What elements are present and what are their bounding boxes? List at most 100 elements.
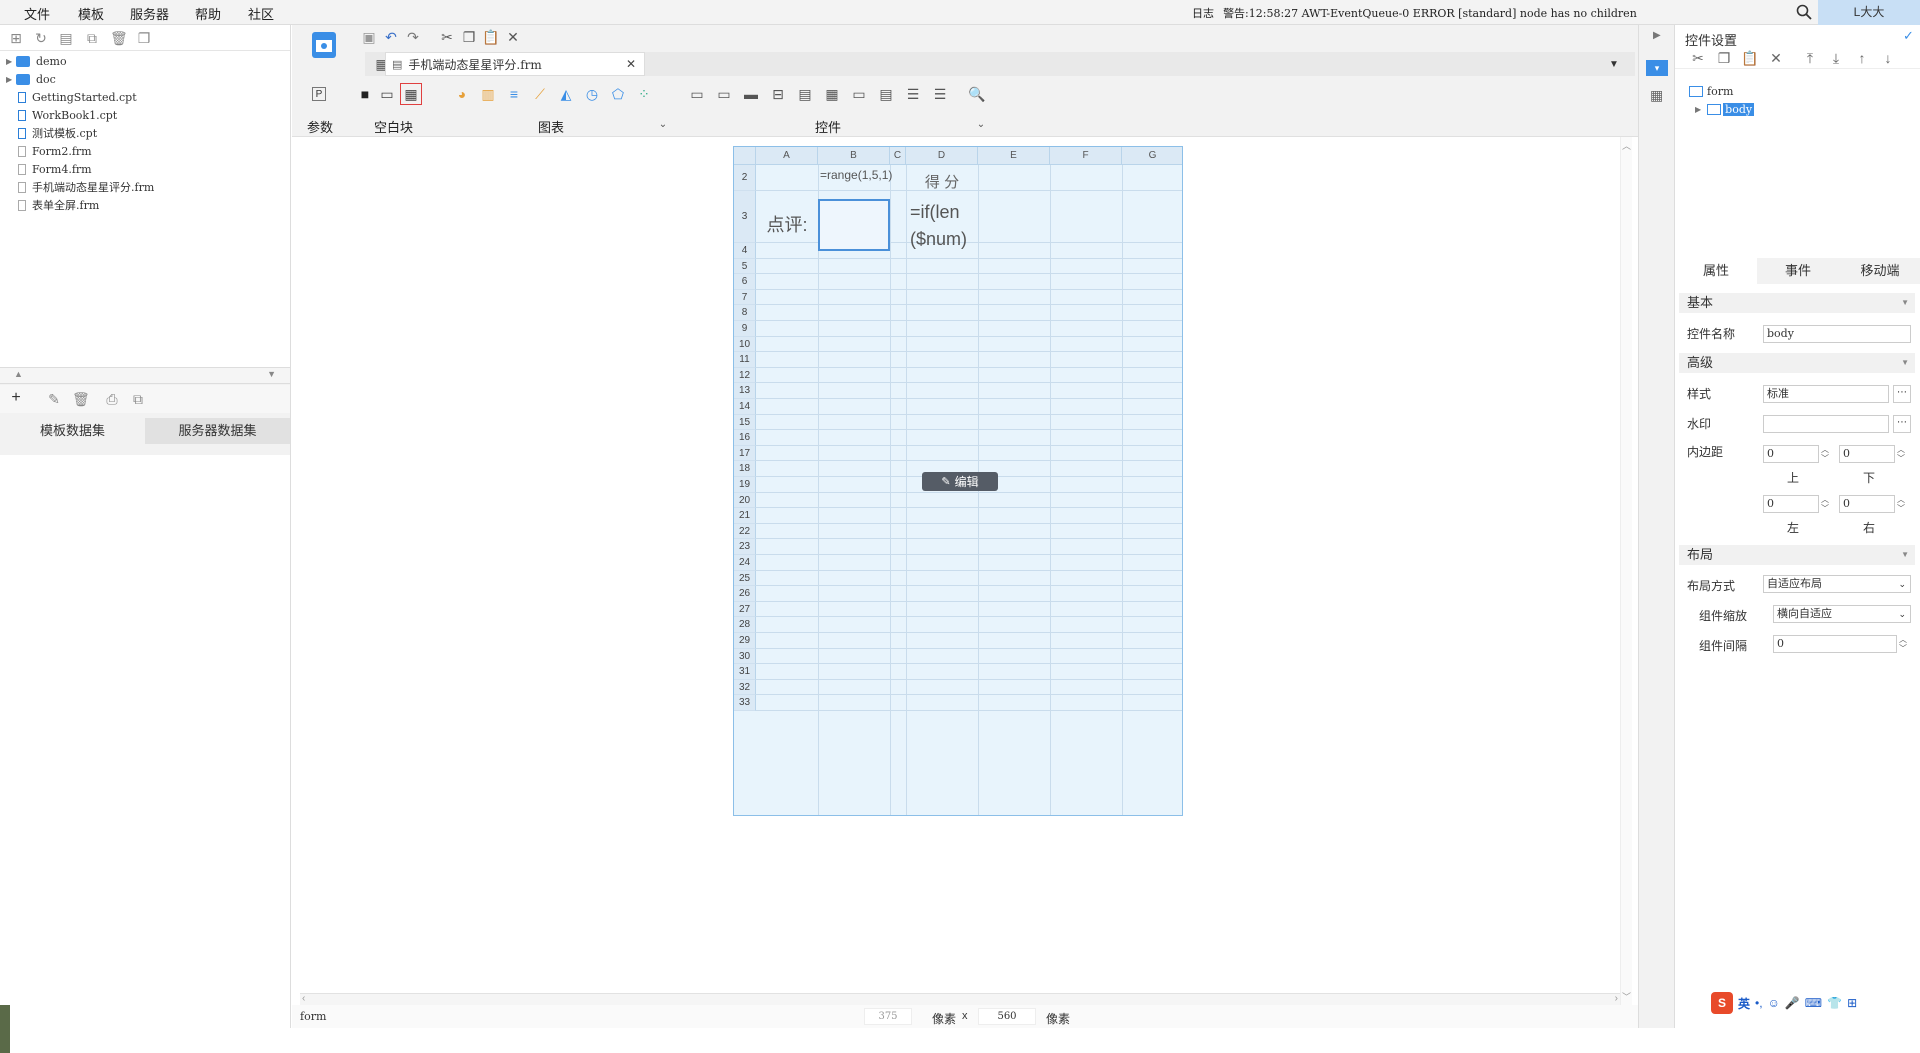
collapse-down-icon[interactable]: ▼ xyxy=(267,369,276,379)
radar-chart-icon[interactable]: ⬠ xyxy=(609,85,627,103)
row-header[interactable]: 14 xyxy=(734,399,756,415)
line-chart-icon[interactable]: ⟋ xyxy=(531,85,549,103)
splitter[interactable]: ▲ ▼ xyxy=(0,368,290,384)
column-header[interactable]: C xyxy=(890,147,906,165)
cell-d2[interactable]: 得 分 xyxy=(906,171,978,192)
row-header[interactable]: 22 xyxy=(734,523,756,540)
row-header[interactable]: 23 xyxy=(734,539,756,555)
close-tab-icon[interactable]: ✕ xyxy=(626,57,636,71)
cell-b2[interactable]: =range(1,5,1) xyxy=(820,169,892,182)
tree-item-file[interactable]: 手机端动态星星评分.frm xyxy=(6,178,154,196)
row-header[interactable]: 29 xyxy=(734,633,756,649)
punctuation-icon[interactable]: •, xyxy=(1755,996,1763,1010)
report-block-icon[interactable]: ▦ xyxy=(400,83,422,105)
column-header[interactable]: G xyxy=(1122,147,1182,165)
delete-icon[interactable]: 🗑 xyxy=(110,30,128,46)
tab-block-icon[interactable]: ▭ xyxy=(378,85,396,103)
tree-node-form[interactable]: form xyxy=(1689,85,1733,98)
row-header[interactable]: 21 xyxy=(734,508,756,524)
chart-more-icon[interactable]: ⌄ xyxy=(654,115,672,133)
component-library-icon[interactable]: ▦ xyxy=(1650,87,1663,104)
datetime-widget-icon[interactable]: ▤ xyxy=(796,85,814,103)
paste-icon[interactable]: 📋 xyxy=(482,28,500,46)
row-header[interactable]: 3 xyxy=(734,191,756,243)
copy-icon[interactable]: ❐ xyxy=(1715,49,1733,67)
delete-icon[interactable]: ✕ xyxy=(504,28,522,46)
server-icon[interactable]: ⧉ xyxy=(130,391,146,407)
tree-node-body[interactable]: ▶ body xyxy=(1695,103,1755,116)
new-folder-icon[interactable]: ⊞ xyxy=(8,30,24,46)
tree-item-file[interactable]: WorkBook1.cpt xyxy=(6,106,117,124)
height-input[interactable]: 560 xyxy=(978,1008,1036,1025)
button-widget-icon[interactable]: ▬ xyxy=(742,85,760,103)
corner-cell[interactable] xyxy=(734,147,756,165)
padding-bottom-input[interactable]: 0 xyxy=(1839,445,1895,463)
row-header[interactable]: 17 xyxy=(734,445,756,462)
widget-name-input[interactable]: body xyxy=(1763,325,1911,343)
search-widget-icon[interactable]: 🔍 xyxy=(968,85,986,103)
undo-icon[interactable]: ↶ xyxy=(382,28,400,46)
widget-more-icon[interactable]: ⌄ xyxy=(972,115,990,133)
checkbox-widget-icon[interactable]: ▦ xyxy=(823,85,841,103)
column-header[interactable]: F xyxy=(1050,147,1122,165)
open-icon[interactable]: ▤ xyxy=(58,30,74,46)
horizontal-scrollbar[interactable]: ‹ › xyxy=(300,993,1620,1005)
row-header[interactable]: 30 xyxy=(734,648,756,665)
widget-settings-icon[interactable]: ▾ xyxy=(1646,60,1668,76)
padding-left-input[interactable]: 0 xyxy=(1763,495,1819,513)
spinner-icon[interactable]: ︿ ﹀ xyxy=(1895,495,1907,513)
column-header[interactable]: D xyxy=(906,147,978,165)
section-layout[interactable]: 布局 ▼ xyxy=(1679,545,1915,565)
expand-icon[interactable]: ▶ xyxy=(6,75,16,84)
row-header[interactable]: 11 xyxy=(734,352,756,368)
microphone-icon[interactable]: 🎤 xyxy=(1785,996,1800,1010)
emoji-icon[interactable]: ☺ xyxy=(1768,996,1780,1010)
tab-mobile[interactable]: 移动端 xyxy=(1839,258,1920,284)
tab-template-dataset[interactable]: 模板数据集 xyxy=(0,418,145,444)
log-label[interactable]: 日志 xyxy=(1192,8,1214,20)
version-icon[interactable]: ⧉ xyxy=(84,30,100,46)
save-icon[interactable]: ▣ xyxy=(360,28,378,46)
menu-community[interactable]: 社区 xyxy=(248,4,274,23)
column-header[interactable]: E xyxy=(978,147,1050,165)
row-header[interactable]: 4 xyxy=(734,243,756,259)
row-header[interactable]: 25 xyxy=(734,570,756,587)
move-down-icon[interactable]: ↓ xyxy=(1879,49,1897,67)
section-basic[interactable]: 基本 ▼ xyxy=(1679,293,1915,313)
spinner-icon[interactable]: ︿ ﹀ xyxy=(1819,445,1831,463)
pin-icon[interactable]: ✓ xyxy=(1903,28,1914,44)
tree-item-doc[interactable]: ▶ doc xyxy=(6,70,56,88)
tab-properties[interactable]: 属性 xyxy=(1675,258,1757,284)
add-icon[interactable]: + xyxy=(8,390,24,406)
checkbox-group-icon[interactable]: ☰ xyxy=(931,85,949,103)
move-top-icon[interactable]: ⤒ xyxy=(1801,49,1819,67)
tree-item-file[interactable]: Form2.frm xyxy=(6,142,92,160)
style-more-icon[interactable]: ⋯ xyxy=(1893,385,1911,403)
edit-button[interactable]: ✎ 编辑 xyxy=(922,472,998,491)
log-line[interactable]: 日志 警告:12:58:27 AWT-EventQueue-0 ERROR [s… xyxy=(1192,5,1637,21)
row-header[interactable]: 12 xyxy=(734,367,756,384)
row-header[interactable]: 20 xyxy=(734,492,756,509)
row-header[interactable]: 8 xyxy=(734,305,756,321)
redo-icon[interactable]: ↷ xyxy=(404,28,422,46)
number-widget-icon[interactable]: ▭ xyxy=(850,85,868,103)
cell-a3[interactable]: 点评: xyxy=(756,211,818,237)
cut-icon[interactable]: ✂ xyxy=(438,28,456,46)
column-header[interactable]: B xyxy=(818,147,890,165)
menu-file[interactable]: 文件 xyxy=(24,4,50,23)
row-header[interactable]: 10 xyxy=(734,336,756,353)
grid-menu-icon[interactable]: ⊞ xyxy=(1847,996,1857,1010)
scroll-left-icon[interactable]: ‹ xyxy=(302,993,305,1004)
blank-block-icon[interactable]: ■ xyxy=(356,85,374,103)
column-header[interactable]: A xyxy=(756,147,818,165)
widget-scale-select[interactable]: 横向自适应 ⌄ xyxy=(1773,605,1911,623)
user-name[interactable]: L大大 xyxy=(1854,5,1885,19)
preview-icon[interactable]: ⎙ xyxy=(104,391,120,407)
tree-item-demo[interactable]: ▶ demo xyxy=(6,52,67,70)
keyboard-icon[interactable]: ⌨ xyxy=(1805,996,1822,1010)
spinner-icon[interactable]: ︿ ﹀ xyxy=(1819,495,1831,513)
bar-chart-icon[interactable]: ▥ xyxy=(479,85,497,103)
row-header[interactable]: 6 xyxy=(734,274,756,290)
collapse-up-icon[interactable]: ▲ xyxy=(14,369,23,379)
style-input[interactable]: 标准 xyxy=(1763,385,1889,403)
